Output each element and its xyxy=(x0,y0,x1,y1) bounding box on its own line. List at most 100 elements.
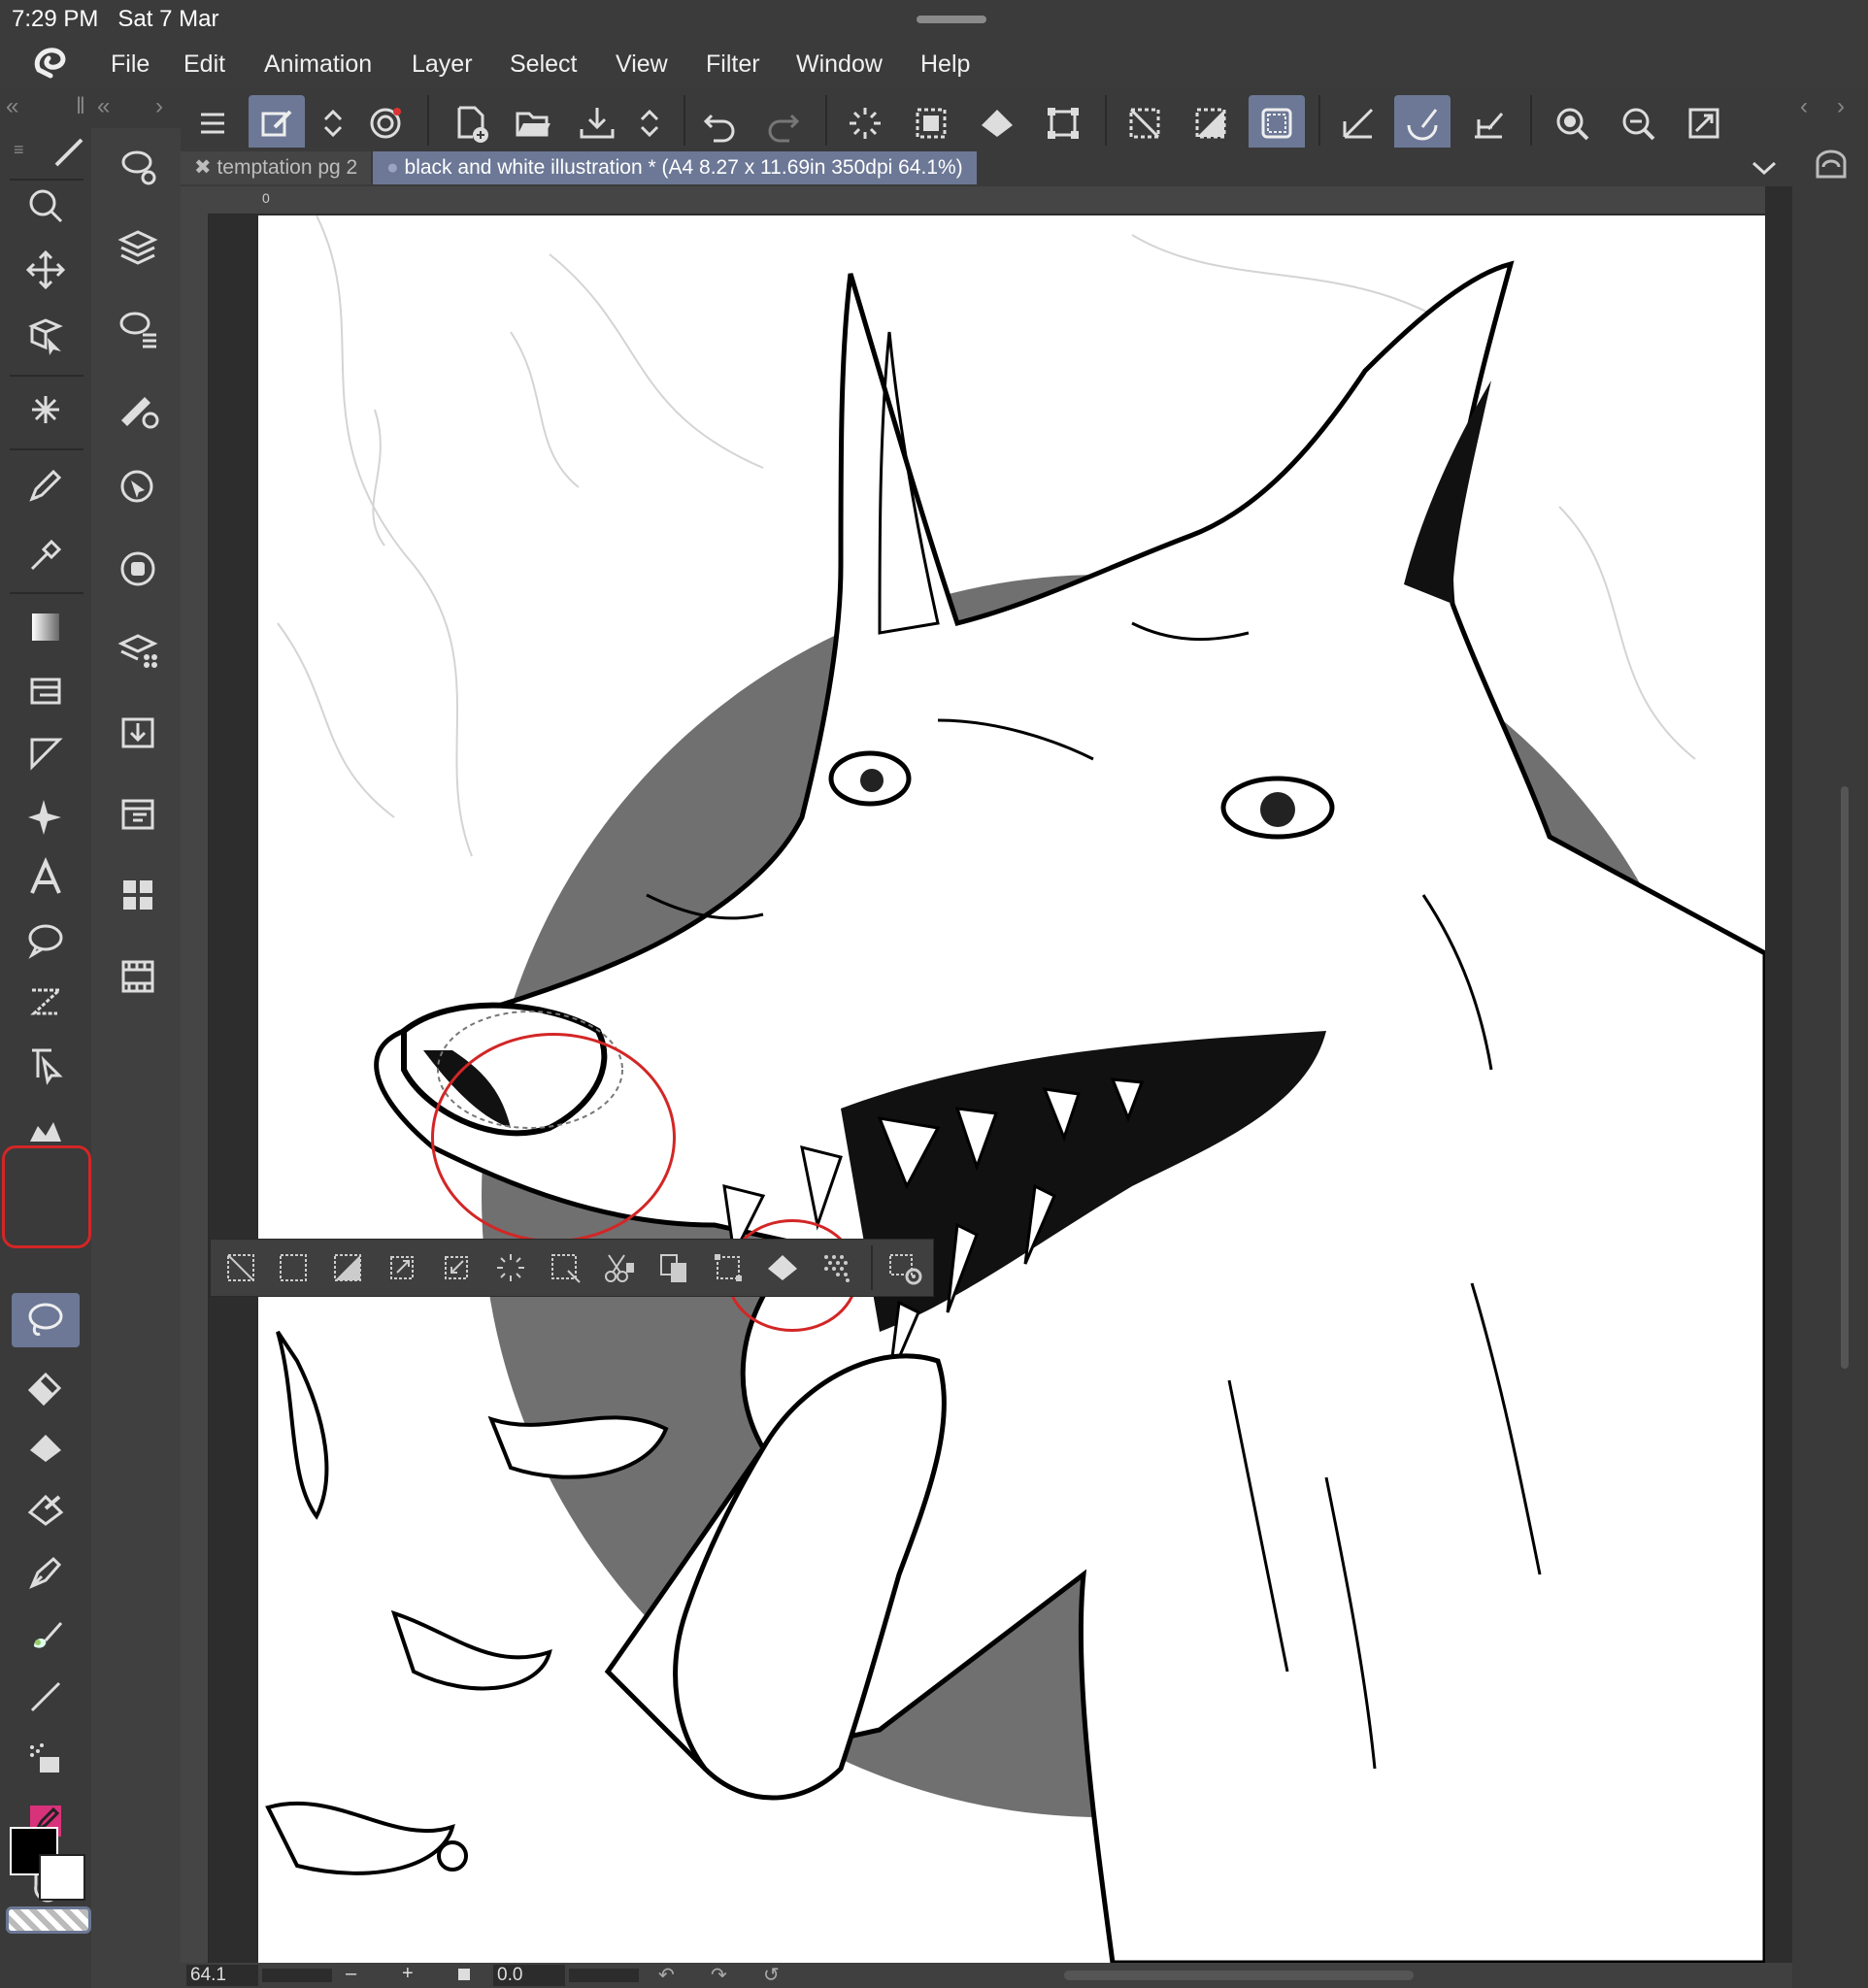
material-icon[interactable] xyxy=(111,623,165,678)
deselect-icon[interactable] xyxy=(218,1245,263,1290)
layer-property-icon[interactable] xyxy=(111,301,165,355)
menu-help[interactable]: Help xyxy=(920,50,970,79)
close-icon[interactable]: ✖ xyxy=(194,156,212,179)
save-icon[interactable] xyxy=(569,95,625,151)
cut-paste-icon[interactable] xyxy=(597,1245,642,1290)
pen-nib-icon[interactable] xyxy=(12,1545,80,1600)
invert-selection-icon[interactable] xyxy=(1183,95,1239,151)
collapse-left-icon[interactable]: « xyxy=(6,93,18,120)
tab-list-chevron-down-icon[interactable] xyxy=(1748,151,1781,184)
import-icon[interactable] xyxy=(111,705,165,759)
ruler-snap-icon[interactable] xyxy=(1330,95,1386,151)
menu-edit[interactable]: Edit xyxy=(183,50,225,79)
loading-icon[interactable] xyxy=(837,95,893,151)
fill-icon[interactable] xyxy=(760,1245,805,1290)
fit-screen-icon[interactable] xyxy=(1676,95,1732,151)
redo-icon[interactable] xyxy=(755,95,812,151)
sparkle-icon[interactable] xyxy=(12,788,80,843)
shrink-icon[interactable] xyxy=(434,1245,479,1290)
move-icon[interactable] xyxy=(12,243,80,297)
vertical-scrollbar[interactable] xyxy=(1841,786,1849,1369)
rotation-field[interactable]: 0.0 xyxy=(493,1965,565,1986)
updown-arrows-icon[interactable] xyxy=(305,95,361,151)
eyedropper-icon[interactable] xyxy=(12,528,80,582)
color-wheel-icon[interactable] xyxy=(111,542,165,596)
sub-color-swatch[interactable] xyxy=(39,1854,85,1901)
menu-layer[interactable]: Layer xyxy=(412,50,473,79)
tab-temptation[interactable]: ✖ temptation pg 2 xyxy=(181,151,372,184)
text-icon[interactable] xyxy=(12,850,80,905)
transparent-color-swatch[interactable] xyxy=(6,1906,91,1934)
brush-icon[interactable] xyxy=(12,1607,80,1662)
gradient-bucket-icon[interactable] xyxy=(12,1483,80,1538)
eraser-icon[interactable] xyxy=(12,1359,80,1413)
select-layer-icon[interactable] xyxy=(543,1245,587,1290)
panel-menu-icon[interactable]: ≡ xyxy=(14,140,24,160)
edit-mode-icon[interactable] xyxy=(249,95,305,151)
menu-animation[interactable]: Animation xyxy=(264,50,372,79)
zoom-field[interactable]: 64.1 xyxy=(186,1965,258,1986)
transform-icon[interactable] xyxy=(706,1245,751,1290)
layers-icon[interactable] xyxy=(111,219,165,274)
airbrush-icon[interactable] xyxy=(12,1732,80,1786)
tone-icon[interactable] xyxy=(815,1245,859,1290)
zoom-in-icon[interactable] xyxy=(1544,95,1600,151)
reset-rotation-icon[interactable]: ↺ xyxy=(763,1963,780,1987)
menu-file[interactable]: File xyxy=(111,50,150,79)
multitask-handle[interactable] xyxy=(917,16,986,23)
fill-bucket-icon[interactable] xyxy=(12,1421,80,1475)
color-set-icon[interactable] xyxy=(111,868,165,922)
invert-icon[interactable] xyxy=(325,1245,370,1290)
ruler-icon[interactable] xyxy=(12,726,80,780)
menu-filter[interactable]: Filter xyxy=(706,50,760,79)
open-file-icon[interactable] xyxy=(505,95,561,151)
auto-select-icon[interactable] xyxy=(12,382,80,437)
collapse-panel-icon[interactable]: « xyxy=(97,93,110,120)
gradient-icon[interactable] xyxy=(12,600,80,654)
zoom-slider[interactable] xyxy=(262,1969,332,1982)
menu-icon[interactable] xyxy=(184,95,241,151)
sub-tool-icon[interactable] xyxy=(111,140,165,194)
reset-zoom-icon[interactable] xyxy=(458,1969,470,1980)
vector-select-icon[interactable] xyxy=(12,1037,80,1091)
rotate-left-icon[interactable]: ↶ xyxy=(658,1963,675,1987)
settings-icon[interactable] xyxy=(883,1245,927,1290)
brush-size-icon[interactable] xyxy=(111,382,165,437)
object-icon[interactable] xyxy=(12,309,80,363)
expand-panel-icon[interactable]: › xyxy=(155,93,163,120)
rotate-right-icon[interactable]: ↷ xyxy=(711,1963,727,1987)
line-icon[interactable] xyxy=(12,975,80,1029)
zoom-out-button[interactable]: – xyxy=(346,1963,356,1985)
frame-icon[interactable] xyxy=(12,664,80,718)
timeline-icon[interactable] xyxy=(111,949,165,1004)
updown-arrows-icon[interactable] xyxy=(621,95,678,151)
undo-icon[interactable] xyxy=(691,95,748,151)
select-all-icon[interactable] xyxy=(903,95,959,151)
lasso-fill-icon[interactable] xyxy=(12,1293,80,1347)
navigator-icon[interactable] xyxy=(111,460,165,514)
expand-icon[interactable] xyxy=(380,1245,424,1290)
selection-border-icon[interactable] xyxy=(1249,95,1305,151)
pen-icon[interactable] xyxy=(12,458,80,513)
fill-icon[interactable] xyxy=(969,95,1025,151)
companion-icon[interactable] xyxy=(1812,148,1851,186)
balloon-icon[interactable] xyxy=(12,912,80,967)
horizontal-scrollbar[interactable] xyxy=(1064,1971,1414,1980)
menu-window[interactable]: Window xyxy=(796,50,883,79)
layer-search-icon[interactable] xyxy=(111,786,165,841)
select-all-icon[interactable] xyxy=(271,1245,316,1290)
special-ruler-snap-icon[interactable] xyxy=(1394,95,1451,151)
menu-select[interactable]: Select xyxy=(510,50,577,79)
app-logo-icon[interactable] xyxy=(29,43,72,82)
zoom-out-icon[interactable] xyxy=(1610,95,1666,151)
menu-view[interactable]: View xyxy=(616,50,668,79)
grip-icon[interactable]: ‖ xyxy=(76,93,85,120)
loading-icon[interactable] xyxy=(488,1245,533,1290)
transform-icon[interactable] xyxy=(1035,95,1091,151)
deselect-icon[interactable] xyxy=(1117,95,1173,151)
new-file-icon[interactable] xyxy=(443,95,499,151)
zoom-in-button[interactable]: + xyxy=(402,1963,414,1985)
zoom-icon[interactable] xyxy=(12,179,80,233)
tab-illustration[interactable]: ● black and white illustration * (A4 8.2… xyxy=(373,151,977,184)
record-icon[interactable] xyxy=(357,95,414,151)
